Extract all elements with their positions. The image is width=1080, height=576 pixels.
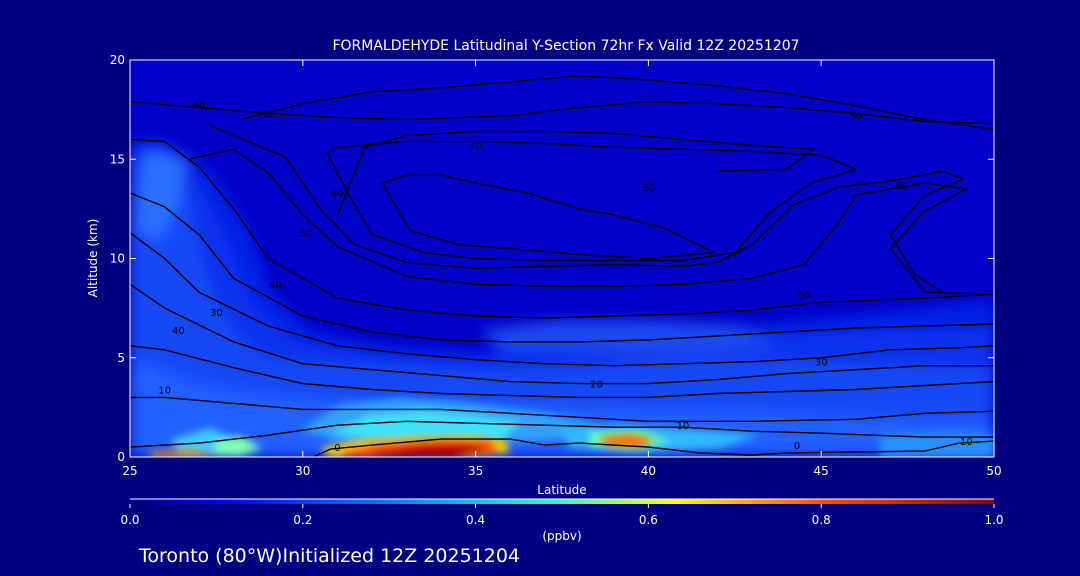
contour-label: 50 [642,183,655,194]
colorbar-tick-label: 0.8 [812,513,831,527]
colorbar-tick-label: 1.0 [984,513,1003,527]
y-tick-label: 0 [117,450,125,464]
contour-label: 50 [300,229,313,240]
y-tick-label: 5 [117,351,125,365]
contour-label: 60 [331,189,344,200]
footer-initialized: Toronto (80°W)Initialized 12Z 20251204 [138,545,520,567]
contour-label: 50 [849,112,862,123]
contour-label: 20 [590,380,603,391]
contour-label: 40 [172,326,185,337]
y-tick-label: 15 [110,152,125,166]
chart-figure: FORMALDEHYDE Latitudinal Y-Section 72hr … [0,0,1080,576]
colorbar [130,499,994,504]
chart-title: FORMALDEHYDE Latitudinal Y-Section 72hr … [332,38,799,54]
x-tick-label: 35 [468,464,483,478]
contour-label: 30 [210,308,223,319]
contour-label: 30 [815,358,828,369]
x-axis-label: Latitude [537,483,586,497]
contour-label: 10 [158,386,171,397]
x-tick-label: 50 [986,464,1001,478]
x-tick-label: 25 [122,464,137,478]
contour-label: 40 [193,100,206,111]
y-tick-label: 20 [110,53,125,67]
contour-label: 50 [262,110,275,121]
contour-label: 40 [894,181,907,192]
contour-label: 40 [269,280,282,291]
contour-label: 10 [677,421,690,432]
contour-label: 10 [960,437,973,448]
y-tick-label: 10 [110,252,125,266]
contour-label: 40 [469,141,482,152]
colorbar-tick-label: 0.4 [466,513,485,527]
colorbar-unit-label: (ppbv) [542,529,581,543]
contour-label: 0 [334,443,340,454]
x-tick-label: 45 [814,464,829,478]
field-layer-6 [480,320,780,355]
colorbar-tick-label: 0.6 [639,513,658,527]
contour-label: 0 [794,441,800,452]
contour-label: 50 [798,290,811,301]
colorbar-tick-label: 0.2 [293,513,312,527]
colorbar-tick-label: 0.0 [120,513,139,527]
x-tick-label: 30 [295,464,310,478]
x-tick-label: 40 [641,464,656,478]
chart-canvas: FORMALDEHYDE Latitudinal Y-Section 72hr … [86,38,1004,567]
colorbar-ticks: 0.0 0.2 0.4 0.6 0.8 1.0 [120,504,1004,527]
y-axis-label: Altitude (km) [86,219,100,298]
